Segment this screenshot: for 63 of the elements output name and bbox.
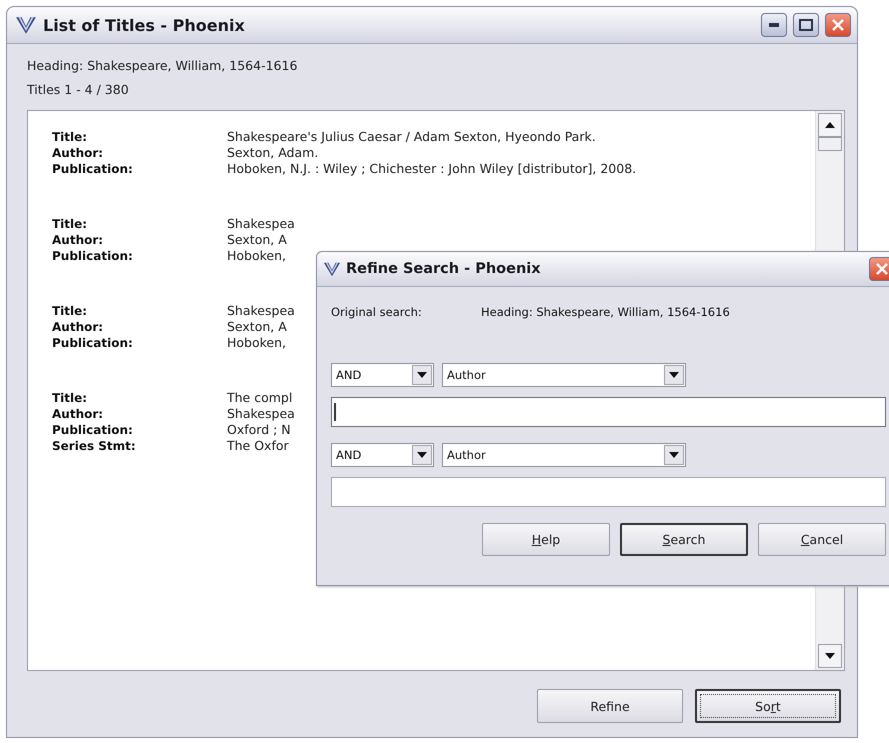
field-value: Shakespea (227, 406, 295, 422)
dropdown-arrow-icon (417, 372, 427, 378)
scroll-thumb[interactable] (818, 137, 842, 151)
scroll-down-button[interactable] (818, 644, 842, 668)
dropdown-arrow-icon (417, 452, 427, 458)
close-button[interactable] (825, 13, 851, 37)
field-label: Title: (52, 303, 88, 319)
field-label: Author: (52, 145, 104, 161)
field-label: Publication: (52, 422, 133, 438)
dialog-button[interactable]: Sort (695, 689, 841, 723)
close-icon (832, 19, 844, 31)
field-value: Sexton, A (227, 232, 287, 248)
operator-dropdown[interactable]: AND (331, 363, 434, 387)
field-value: Shakespeare's Julius Caesar / Adam Sexton, Hyeondo Park. (227, 129, 596, 145)
operator-dropdown[interactable]: AND (331, 443, 434, 467)
down-arrow-icon (825, 653, 835, 659)
field-value: Hoboken, (227, 248, 286, 264)
heading-text: Heading: Shakespeare, William, 1564-1616 (27, 57, 298, 75)
dialog-title: Refine Search - Phoenix (346, 261, 542, 277)
dialog-button[interactable]: Help (482, 523, 610, 556)
up-arrow-icon (825, 122, 835, 128)
field-value: Sexton, Adam. (227, 145, 318, 161)
field-label: Publication: (52, 248, 133, 264)
dropdown-arrow-icon (669, 452, 679, 458)
logo-icon (15, 14, 37, 36)
field-value: Shakespea (227, 216, 295, 232)
field-label: Title: (52, 216, 88, 232)
minimize-button[interactable] (761, 13, 787, 37)
field-value: Sexton, A (227, 319, 287, 335)
minimize-icon (769, 23, 779, 27)
field-dropdown[interactable]: Author (442, 363, 686, 387)
field-label: Publication: (52, 161, 133, 177)
logo-icon (323, 260, 341, 278)
window-title: List of Titles - Phoenix (43, 16, 246, 34)
field-label: Publication: (52, 335, 133, 351)
field-label: Series Stmt: (52, 438, 136, 454)
scroll-up-button[interactable] (818, 113, 842, 137)
field-value: The compl (227, 390, 292, 406)
range-text: Titles 1 - 4 / 380 (27, 81, 130, 99)
close-icon (876, 263, 888, 275)
dialog-close-button[interactable] (869, 257, 889, 281)
field-dropdown[interactable]: Author (442, 443, 686, 467)
maximize-button[interactable] (793, 13, 819, 37)
original-search-value: Heading: Shakespeare, William, 1564-1616 (481, 305, 730, 319)
field-value: Hoboken, N.J. : Wiley ; Chichester : John Wiley [distributor], 2008. (227, 161, 636, 177)
dropdown-arrow-icon (669, 372, 679, 378)
field-label: Title: (52, 129, 88, 145)
text-caret (334, 403, 336, 421)
field-value: Shakespea (227, 303, 295, 319)
maximize-icon (799, 19, 813, 31)
dialog-button[interactable]: Refine (537, 689, 683, 723)
field-value: The Oxfor (227, 438, 289, 454)
field-value: Hoboken, (227, 335, 286, 351)
dialog-button[interactable]: Search (620, 523, 748, 556)
search-term-field[interactable] (331, 397, 886, 427)
field-label: Author: (52, 232, 104, 248)
search-term-field[interactable] (331, 477, 886, 507)
dialog-button[interactable]: Cancel (758, 523, 886, 556)
field-label: Title: (52, 390, 88, 406)
original-search-label: Original search: (331, 305, 423, 319)
field-label: Author: (52, 319, 104, 335)
field-label: Author: (52, 406, 104, 422)
field-value: Oxford ; N (227, 422, 291, 438)
